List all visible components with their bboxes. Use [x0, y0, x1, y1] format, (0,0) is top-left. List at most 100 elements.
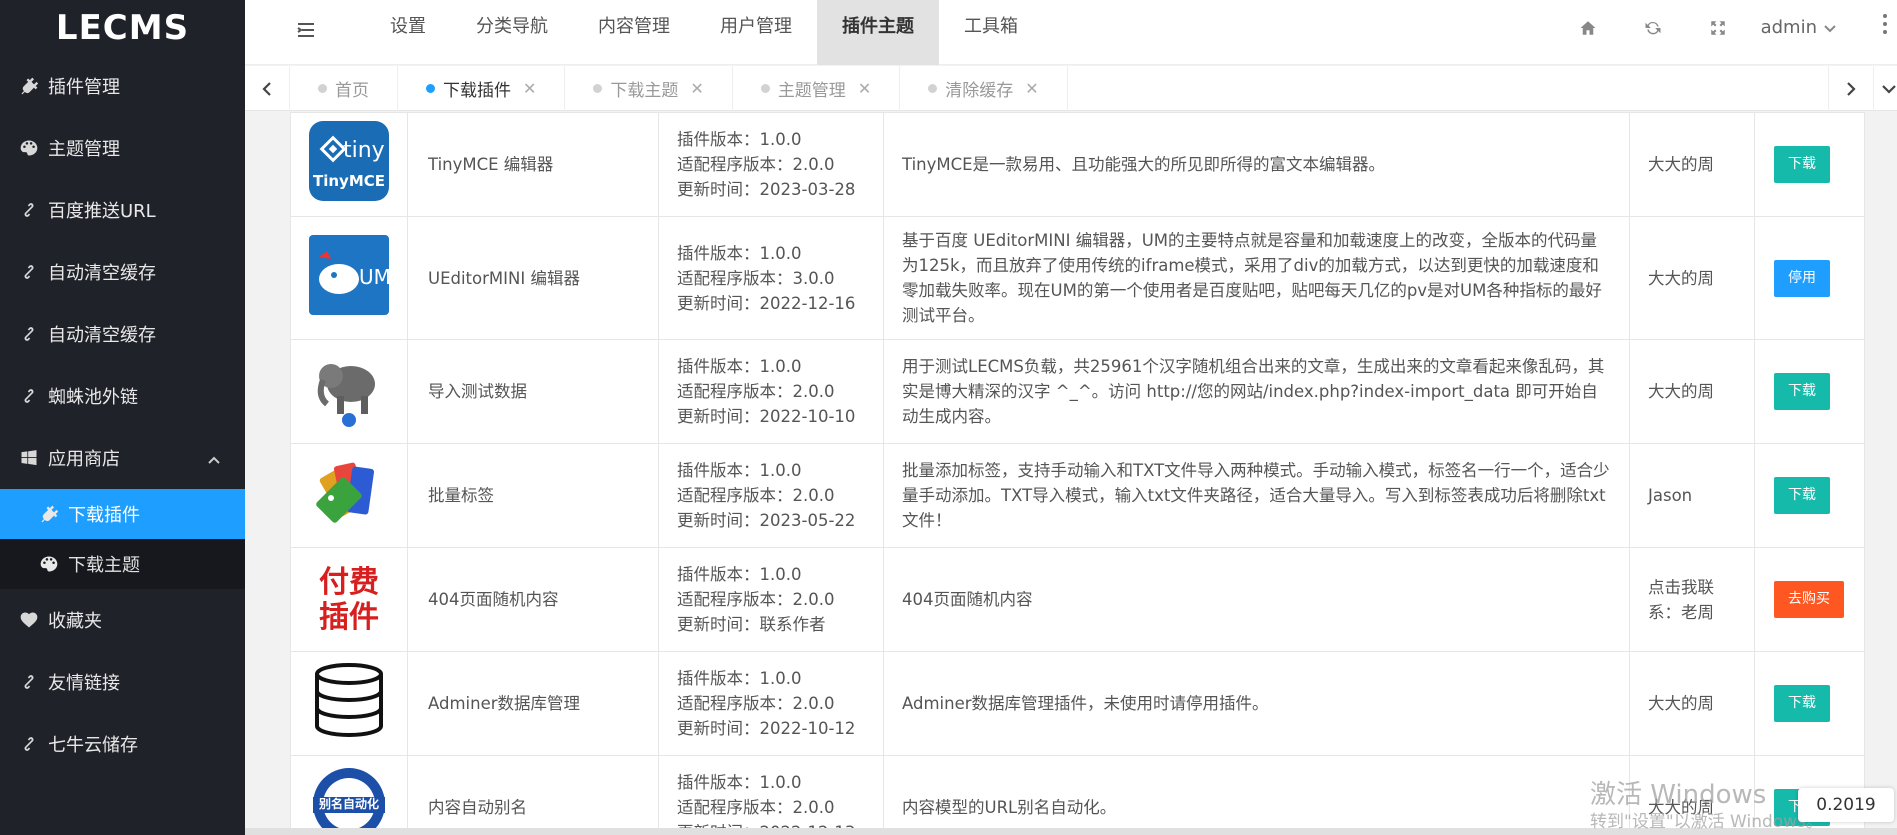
sidebar-item-label: 自动清空缓存	[48, 325, 156, 346]
plugin-updated: 更新时间：2023-05-22	[677, 511, 856, 530]
tab-theme-management[interactable]: 主题管理 ✕	[733, 66, 901, 111]
download-button[interactable]: 下载	[1774, 685, 1830, 722]
home-icon[interactable]	[1556, 19, 1621, 37]
paid-logo-text: 付费插件	[319, 564, 379, 635]
tab-dot	[593, 84, 603, 93]
download-button[interactable]: 下载	[1774, 477, 1830, 514]
top-menu-users[interactable]: 用户管理	[695, 0, 817, 65]
link-icon	[18, 261, 40, 283]
plugin-version: 插件版本：1.0.0	[677, 565, 802, 584]
tab-clear-cache[interactable]: 清除缓存 ✕	[900, 66, 1068, 111]
sidebar-item-auto-clear-cache-2[interactable]: 自动清空缓存	[0, 303, 245, 365]
disable-button[interactable]: 停用	[1774, 259, 1830, 297]
plugin-app-version: 适配程序版本：2.0.0	[677, 694, 835, 713]
fullscreen-icon[interactable]	[1686, 19, 1751, 37]
chevron-right-icon	[1847, 81, 1856, 96]
brand-logo[interactable]: LECMS	[0, 0, 245, 55]
plug-icon	[18, 75, 40, 97]
sidebar-item-label: 友情链接	[48, 673, 120, 694]
sidebar-item-qiniu-storage[interactable]: 七牛云储存	[0, 713, 245, 775]
plugin-version: 插件版本：1.0.0	[677, 773, 802, 792]
plug-icon	[38, 503, 60, 525]
sidebar-item-auto-clear-cache-1[interactable]: 自动清空缓存	[0, 241, 245, 303]
app-store-submenu: 下载插件 下载主题	[0, 489, 245, 589]
sidebar-item-plugins[interactable]: 插件管理	[0, 55, 245, 117]
table-row: Adminer数据库管理 插件版本：1.0.0 适配程序版本：2.0.0 更新时…	[290, 651, 1865, 756]
plugin-updated: 更新时间：2022-12-16	[677, 293, 856, 313]
tab-bar: 首页 下载插件 ✕ 下载主题 ✕ 主题管理 ✕ 清除缓存 ✕	[245, 66, 1897, 111]
top-menu-toolbox[interactable]: 工具箱	[939, 0, 1043, 65]
table-row: 付费插件 404页面随机内容 插件版本：1.0.0 适配程序版本：2.0.0 更…	[290, 547, 1865, 652]
tab-label: 主题管理	[777, 81, 846, 101]
sidebar-item-label: 七牛云储存	[48, 735, 138, 756]
table-row: 导入测试数据 插件版本：1.0.0 适配程序版本：2.0.0 更新时间：2022…	[290, 339, 1865, 444]
tab-label: 下载主题	[610, 81, 679, 101]
plugin-name: TinyMCE 编辑器	[407, 112, 659, 217]
um-logo: UM	[309, 234, 389, 315]
tab-dot	[318, 84, 327, 93]
sidebar-item-spider-pool[interactable]: 蜘蛛池外链	[0, 365, 245, 427]
download-button[interactable]: 下载	[1774, 373, 1830, 410]
tab-download-themes[interactable]: 下载主题 ✕	[565, 66, 733, 111]
header-actions: admin	[1556, 0, 1897, 55]
menu-toggle-icon[interactable]	[295, 19, 317, 41]
plugin-version: 插件版本：1.0.0	[677, 357, 802, 376]
close-icon[interactable]: ✕	[523, 79, 536, 98]
database-logo	[309, 660, 389, 740]
more-vertical-icon[interactable]	[1883, 14, 1889, 36]
plugin-updated: 更新时间：联系作者	[677, 615, 826, 634]
tab-download-plugins[interactable]: 下载插件 ✕	[398, 66, 566, 111]
tabs-scroll-right-button[interactable]	[1828, 66, 1873, 111]
plugin-desc: TinyMCE是一款易用、且功能强大的所见即所得的富文本编辑器。	[883, 112, 1630, 217]
close-icon[interactable]: ✕	[858, 79, 871, 98]
link-icon	[18, 323, 40, 345]
sidebar-item-label: 百度推送URL	[48, 201, 156, 222]
sidebar-item-label: 插件管理	[48, 77, 120, 98]
plugin-app-version: 适配程序版本：2.0.0	[677, 486, 835, 505]
refresh-icon[interactable]	[1621, 19, 1686, 37]
tabs-menu-button[interactable]	[1873, 66, 1897, 111]
top-menu-content[interactable]: 内容管理	[573, 0, 695, 65]
top-menu: 设置 分类导航 内容管理 用户管理 插件主题 工具箱	[365, 0, 1043, 65]
user-menu[interactable]: admin	[1751, 17, 1897, 38]
sidebar-item-label: 应用商店	[48, 449, 120, 470]
sidebar-item-app-store[interactable]: 应用商店	[0, 427, 245, 489]
plugin-author: 大大的周	[1629, 112, 1755, 217]
sidebar-item-label: 自动清空缓存	[48, 263, 156, 284]
tab-label: 下载插件	[443, 81, 511, 101]
plugin-name: 批量标签	[407, 443, 659, 548]
sidebar-item-favorites[interactable]: 收藏夹	[0, 589, 245, 651]
sidebar-item-friend-links[interactable]: 友情链接	[0, 651, 245, 713]
tab-label: 首页	[335, 81, 369, 101]
main-content[interactable]: tiny TinyMCE TinyMCE 编辑器 插件版本：1.0.0 适配程序…	[245, 112, 1897, 835]
download-button[interactable]: 下载	[1774, 146, 1830, 183]
plugin-author[interactable]: 点击我联系：老周	[1629, 547, 1755, 652]
buy-button[interactable]: 去购买	[1774, 581, 1844, 618]
plugin-app-version: 适配程序版本：2.0.0	[677, 798, 835, 817]
plugin-name: UEditorMINI 编辑器	[407, 216, 659, 340]
close-icon[interactable]: ✕	[690, 79, 703, 98]
tabs-scroll-left-button[interactable]	[245, 66, 290, 111]
table-row: UM UEditorMINI 编辑器 插件版本：1.0.0 适配程序版本：3.0…	[290, 216, 1865, 340]
sidebar-item-themes[interactable]: 主题管理	[0, 117, 245, 179]
link-icon	[18, 199, 40, 221]
top-menu-plugins-themes[interactable]: 插件主题	[817, 0, 939, 65]
tabs: 首页 下载插件 ✕ 下载主题 ✕ 主题管理 ✕ 清除缓存 ✕	[290, 66, 1068, 111]
timer-badge: 0.2019	[1798, 788, 1894, 822]
plugin-updated: 更新时间：2022-10-12	[677, 719, 856, 738]
top-menu-categories[interactable]: 分类导航	[451, 0, 573, 65]
elephant-logo	[309, 348, 389, 428]
plugin-desc: 基于百度 UEditorMINI 编辑器，UM的主要特点就是容量和加载速度上的改…	[883, 216, 1630, 340]
plugin-version: 插件版本：1.0.0	[677, 669, 802, 688]
sidebar-subitem-download-themes[interactable]: 下载主题	[0, 539, 245, 589]
top-menu-settings[interactable]: 设置	[365, 0, 451, 65]
plugin-desc: Adminer数据库管理插件，未使用时请停用插件。	[883, 651, 1630, 756]
table-row: 批量标签 插件版本：1.0.0 适配程序版本：2.0.0 更新时间：2023-0…	[290, 443, 1865, 548]
close-icon[interactable]: ✕	[1025, 79, 1038, 98]
plugin-name: Adminer数据库管理	[407, 651, 659, 756]
palette-icon	[38, 553, 60, 575]
sidebar-subitem-download-plugins[interactable]: 下载插件	[0, 489, 245, 539]
sidebar-item-baidu-push[interactable]: 百度推送URL	[0, 179, 245, 241]
tab-home[interactable]: 首页	[290, 66, 398, 111]
palette-icon	[18, 137, 40, 159]
